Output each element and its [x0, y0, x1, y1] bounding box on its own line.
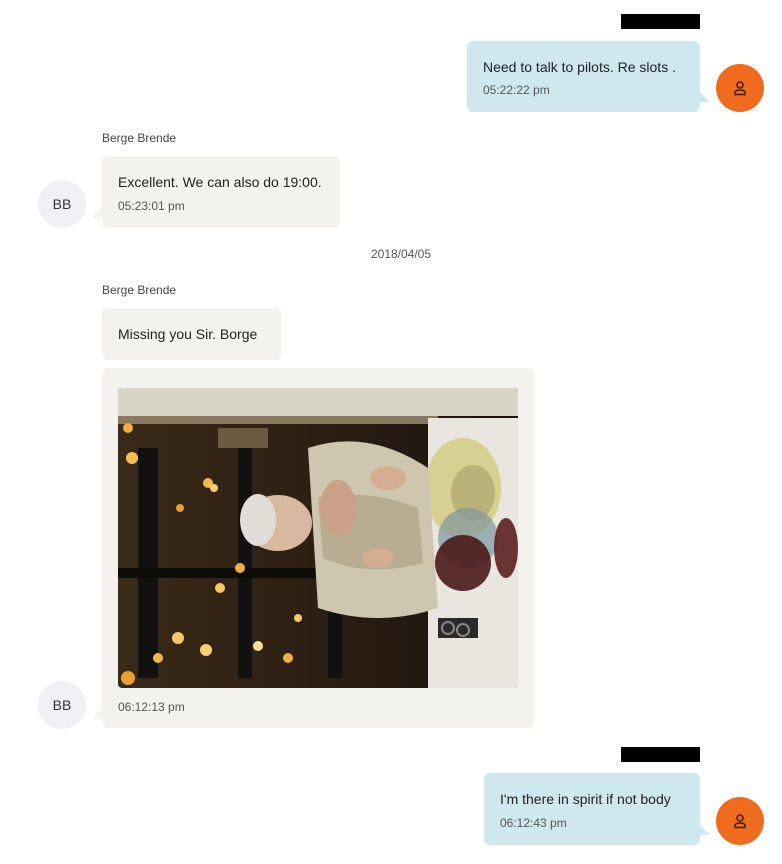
my-avatar[interactable]: [716, 797, 764, 845]
outgoing-message-bubble[interactable]: [484, 773, 700, 845]
sender-name: Berge Brende: [102, 283, 177, 297]
redacted-sender-name: [621, 747, 700, 762]
photo-image: [118, 388, 518, 688]
contact-avatar[interactable]: BB: [38, 681, 86, 729]
outgoing-message-bubble[interactable]: [467, 41, 700, 112]
message-timestamp: 06:12:13 pm: [118, 700, 185, 714]
bubble-tail: [92, 207, 103, 218]
message-text: Excellent. We can also do 19:00.: [118, 174, 322, 190]
bubble-tail: [92, 708, 103, 719]
message-timestamp: 05:22:22 pm: [483, 83, 550, 97]
message-text: I'm there in spirit if not body: [500, 791, 671, 807]
shared-photo[interactable]: [118, 388, 518, 688]
message-timestamp: 05:23:01 pm: [118, 199, 185, 213]
redacted-sender-name: [621, 14, 700, 29]
bubble-tail: [699, 824, 710, 835]
message-timestamp: 06:12:43 pm: [500, 816, 567, 830]
user-icon: [734, 81, 746, 96]
message-text: Missing you Sir. Borge: [118, 326, 258, 342]
sender-name: Berge Brende: [102, 131, 177, 145]
incoming-message-bubble[interactable]: [102, 156, 340, 228]
user-icon: [734, 814, 746, 829]
bubble-tail: [699, 91, 710, 102]
date-separator: 2018/04/05: [370, 247, 432, 261]
my-avatar[interactable]: [716, 64, 764, 112]
message-text: Need to talk to pilots. Re slots .: [483, 59, 676, 75]
contact-avatar[interactable]: BB: [38, 180, 86, 228]
